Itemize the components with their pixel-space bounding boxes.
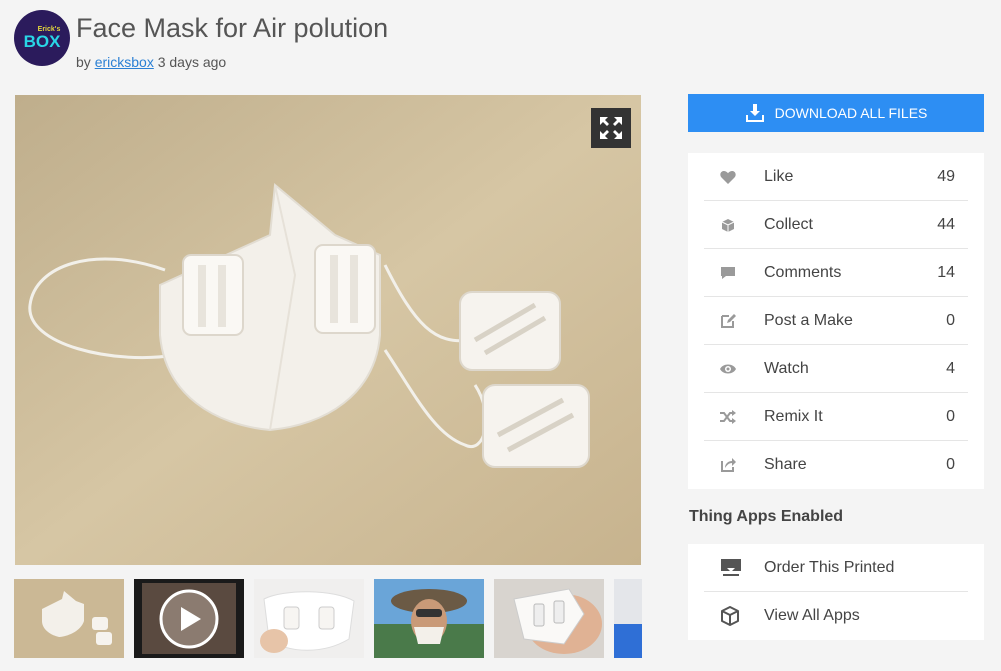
avatar-big-text: BOX	[23, 32, 61, 51]
stat-count: 44	[937, 215, 955, 233]
app-view-all[interactable]: View All Apps	[704, 592, 968, 640]
apps-heading: Thing Apps Enabled	[689, 508, 844, 525]
shuffle-icon	[704, 409, 752, 424]
stat-like[interactable]: Like 49	[704, 153, 968, 201]
stat-label: Like	[764, 167, 794, 185]
eye-icon	[704, 363, 752, 375]
thumbnail-3[interactable]	[254, 579, 364, 658]
stat-count: 49	[937, 167, 955, 185]
stat-remix[interactable]: Remix It 0	[704, 393, 968, 441]
download-all-button[interactable]: DOWNLOAD ALL FILES	[688, 94, 984, 132]
thumbnail-6[interactable]	[614, 579, 642, 658]
download-label: DOWNLOAD ALL FILES	[774, 105, 928, 121]
stat-label: Share	[764, 456, 807, 473]
stats-panel: Like 49 Collect 44 Comments 14 Post a Ma…	[688, 153, 984, 489]
byline: by ericksbox 3 days ago	[76, 54, 388, 70]
author-link[interactable]: ericksbox	[95, 54, 154, 70]
share-icon	[704, 457, 752, 473]
time-ago: 3 days ago	[157, 54, 227, 70]
stat-label: Remix It	[764, 407, 823, 425]
stat-label: Post a Make	[764, 311, 853, 329]
stat-count: 0	[946, 407, 955, 425]
thumbnail-1[interactable]	[14, 579, 124, 658]
thumbnail-strip	[14, 576, 642, 658]
download-icon	[745, 103, 765, 123]
by-label: by	[76, 54, 91, 70]
stat-count: 0	[946, 456, 955, 473]
stat-label: Collect	[764, 215, 813, 233]
stat-comments[interactable]: Comments 14	[704, 249, 968, 297]
cube-icon	[704, 606, 748, 626]
thumbnail-5[interactable]	[494, 579, 604, 658]
expand-button[interactable]	[591, 108, 631, 148]
stat-share[interactable]: Share 0	[704, 441, 968, 489]
apps-panel: Order This Printed View All Apps	[688, 544, 984, 640]
stat-watch[interactable]: Watch 4	[704, 345, 968, 393]
avatar[interactable]: Erick's BOX	[14, 10, 70, 66]
comment-icon	[704, 266, 752, 280]
mask-photo-illustration	[15, 95, 641, 565]
edit-icon	[704, 313, 752, 329]
stat-collect[interactable]: Collect 44	[704, 201, 968, 249]
expand-icon	[600, 117, 622, 139]
page-header: Erick's BOX Face Mask for Air polution b…	[14, 10, 388, 80]
stat-count: 0	[946, 311, 955, 329]
printer-icon	[704, 558, 748, 578]
stat-count: 14	[937, 263, 955, 281]
app-order-printed[interactable]: Order This Printed	[704, 544, 968, 592]
stat-label: Watch	[764, 359, 809, 377]
stat-post-make[interactable]: Post a Make 0	[704, 297, 968, 345]
stat-label: Comments	[764, 263, 842, 281]
thumbnail-4[interactable]	[374, 579, 484, 658]
main-photo[interactable]	[15, 95, 641, 565]
heart-icon	[704, 170, 752, 184]
stat-count: 4	[946, 359, 955, 377]
app-label: Order This Printed	[764, 558, 895, 576]
thumbnail-video[interactable]	[134, 579, 244, 658]
collect-icon	[704, 218, 752, 232]
app-label: View All Apps	[764, 607, 860, 624]
page-title: Face Mask for Air polution	[76, 13, 389, 43]
